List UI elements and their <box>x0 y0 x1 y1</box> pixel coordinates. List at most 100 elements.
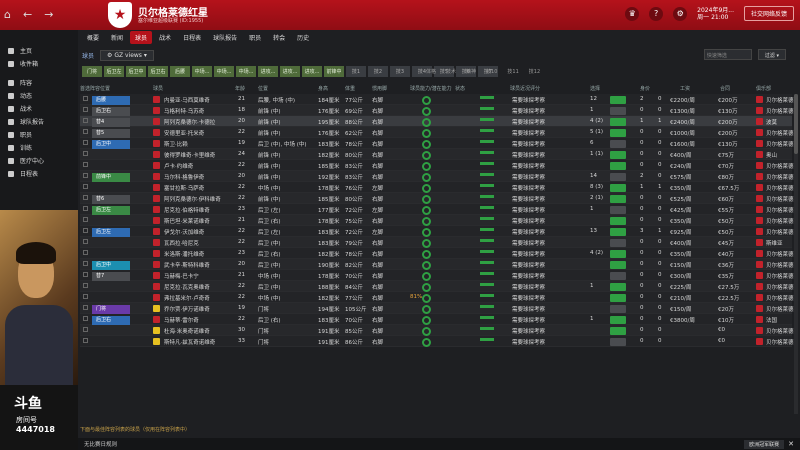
sidebar-item-staff[interactable]: 职员 <box>0 128 78 141</box>
sidebar-item-team-report[interactable]: 球队报告 <box>0 115 78 128</box>
club-cell[interactable]: 奥山 <box>766 151 777 159</box>
player-name[interactable]: 乔尔贾·伊万诺维奇 <box>164 305 210 313</box>
filter-button[interactable]: 过滤 ▾ <box>757 49 786 60</box>
competition-button[interactable]: 欧洲冠军联赛 <box>744 439 785 449</box>
row-checkbox[interactable] <box>83 283 88 288</box>
table-row[interactable]: 替4 阿列克桑德尔·卡德拉 20 前锋 (中) 195厘米 88公斤 右脚 需要球探考察 4 (… <box>80 116 792 127</box>
player-name[interactable]: 马尔科·格鲁伊奇 <box>164 173 204 181</box>
table-row[interactable]: 后卫右 马格利特·乌苏奇 18 前锋 (中) 176厘米 69公斤 右脚 需要球探考察 1 0 0 €… <box>80 105 794 116</box>
tab-4[interactable]: 日程表 <box>178 31 206 44</box>
column-header[interactable]: 状态 <box>455 85 465 92</box>
position-badge[interactable]: 替6 <box>92 195 130 204</box>
position-badge[interactable]: 后腰 <box>92 96 130 105</box>
table-row[interactable]: 弗拉基米尔·卢奇奇 22 中场 (中) 182厘米 77公斤 右脚 81% 需要球探考察 0 0 €… <box>80 292 794 303</box>
tab-1[interactable]: 新闻 <box>106 31 128 44</box>
player-name[interactable]: 瓦西拉·哈尼克 <box>164 239 199 247</box>
filter-chip[interactable]: 进攻... <box>258 66 278 77</box>
column-header[interactable]: 体重 <box>345 85 355 92</box>
back-icon[interactable]: ← <box>23 8 32 21</box>
player-name[interactable]: 尼克拉·瓦克奥维奇 <box>164 283 210 291</box>
tab-2[interactable]: 球员 <box>130 30 153 44</box>
row-checkbox[interactable] <box>83 140 88 145</box>
table-row[interactable]: 替5 安德里亚·托米奇 22 前锋 (中) 176厘米 62公斤 右脚 需要球探考察 5 (1)… <box>80 127 794 138</box>
filter-chip[interactable]: 中场... <box>214 66 234 77</box>
table-row[interactable]: 后卫中 武卡辛·斯特科维奇 20 后卫 (中) 190厘米 82公斤 右脚 需要球探考察 0 0 €… <box>80 259 794 270</box>
tab-6[interactable]: 职员 <box>244 31 266 44</box>
views-dropdown[interactable]: ⚙ GZ views ▾ <box>100 49 154 61</box>
club-cell[interactable]: 贝尔格莱德 <box>766 327 794 335</box>
filter-chip[interactable]: 技1 <box>346 66 366 77</box>
club-cell[interactable]: 贝尔格莱德 <box>766 162 794 170</box>
filter-chip[interactable]: 技3 <box>390 66 410 77</box>
position-badge[interactable]: 替5 <box>92 129 130 138</box>
row-checkbox[interactable] <box>83 206 88 211</box>
social-feedback-button[interactable]: 社交网络反馈 <box>743 6 794 21</box>
column-header[interactable]: 惯用脚 <box>372 85 387 92</box>
row-checkbox[interactable] <box>83 228 88 233</box>
column-header[interactable]: 选择 <box>590 85 600 92</box>
table-row[interactable]: 替6 阿列克桑德尔·伊科维奇 22 前锋 (中) 185厘米 80公斤 右脚 需要球探考察 2 … <box>80 193 794 204</box>
club-cell[interactable]: 贝尔格莱德 <box>766 96 794 104</box>
player-name[interactable]: 内曼亚·马西莫维奇 <box>164 96 210 104</box>
filter-chip[interactable]: 中场... <box>192 66 212 77</box>
club-cell[interactable]: 贝尔格莱德 <box>766 129 794 137</box>
column-header[interactable]: 身高 <box>318 85 328 92</box>
row-checkbox[interactable] <box>83 338 88 343</box>
club-cell[interactable]: 贝尔格莱德 <box>766 294 794 302</box>
table-row[interactable]: 后卫左 伊戈尔·沃加维奇 22 后卫 (左) 183厘米 72公斤 左脚 需要球探考察 13 3 1… <box>80 226 794 237</box>
sidebar-item-medical[interactable]: 医疗中心 <box>0 154 78 167</box>
club-cell[interactable]: 贝尔格莱德 <box>766 250 794 258</box>
table-row[interactable]: 卢卡·约维奇 22 前锋 (中) 185厘米 83公斤 右脚 需要球探考察 0 0 €240/周 €… <box>80 160 794 171</box>
column-header[interactable]: 年龄 <box>235 85 245 92</box>
player-name[interactable]: 弗拉基米尔·卢奇奇 <box>164 294 210 302</box>
filter-chip[interactable]: 进攻... <box>302 66 322 77</box>
table-row[interactable]: 塞甘拉斯·乌萨奇 22 中场 (中) 178厘米 76公斤 左脚 需要球探考察 8 (3) 1 1… <box>80 182 794 193</box>
player-name[interactable]: 卢卡·约维奇 <box>164 162 193 170</box>
club-cell[interactable]: 贝尔格莱德 <box>766 206 794 214</box>
column-header[interactable]: 身价 <box>640 85 650 92</box>
position-badge[interactable]: 后卫中 <box>92 261 130 270</box>
club-cell[interactable]: 贝尔格莱德 <box>766 338 794 346</box>
table-row[interactable]: 门将 乔尔贾·伊万诺维奇 19 门将 194厘米 105公斤 右脚 需要球探考察 0 0 €150/… <box>80 303 794 314</box>
forward-icon[interactable]: → <box>44 8 53 21</box>
row-checkbox[interactable] <box>83 107 88 112</box>
row-checkbox[interactable] <box>83 217 88 222</box>
club-cell[interactable]: 贝尔格莱德 <box>766 107 794 115</box>
trophy-icon[interactable]: ♛ <box>625 6 640 21</box>
filter-chip[interactable]: 进攻... <box>280 66 300 77</box>
tab-8[interactable]: 历史 <box>292 31 314 44</box>
player-name[interactable]: 杜海·米奥奇诺维奇 <box>164 327 210 335</box>
column-header[interactable]: 工资 <box>680 85 690 92</box>
table-row[interactable]: 后卫左 尼克拉·伯格特维奇 23 后卫 (左) 177厘米 72公斤 左脚 需要球探考察 1 0 0… <box>80 204 794 215</box>
home-icon[interactable]: ⌂ <box>4 8 11 21</box>
row-checkbox[interactable] <box>83 96 88 101</box>
row-checkbox[interactable] <box>83 261 88 266</box>
player-name[interactable]: 斯特凡·兹瓦奇诺维奇 <box>164 338 215 346</box>
sidebar-item-inbox[interactable]: 收件箱 <box>0 57 78 70</box>
club-cell[interactable]: 贝尔格莱德 <box>766 217 794 225</box>
tab-3[interactable]: 战术 <box>154 31 176 44</box>
player-name[interactable]: 阿列克桑德尔·伊科维奇 <box>164 195 221 203</box>
filter-chip[interactable]: 后腰 <box>170 66 190 77</box>
table-row[interactable]: 后卫中 斯卫·比赖 19 后卫 (中), 中场 (中) 183厘米 78公斤 右脚 需要球探考… <box>80 138 794 149</box>
sidebar-item-schedule[interactable]: 日程表 <box>0 167 78 180</box>
club-cell[interactable]: 斯维亚 <box>766 239 783 247</box>
club-cell[interactable]: 贝尔格莱德 <box>766 283 794 291</box>
filter-chip[interactable]: 门将 <box>82 66 102 77</box>
table-row[interactable]: 尼克拉·瓦克奥维奇 22 后卫 (中) 188厘米 84公斤 右脚 需要球探考察 1 0 0 €22… <box>80 281 794 292</box>
row-checkbox[interactable] <box>83 173 88 178</box>
filter-chip[interactable]: 后卫右 <box>148 66 168 77</box>
filter-chip[interactable]: 前锋中 <box>324 66 344 77</box>
position-badge[interactable]: 门将 <box>92 305 130 314</box>
table-row[interactable]: 后卫右 马赫蒂·雷尔奇 22 后卫 (右) 183厘米 70公斤 右脚 需要球探考察 1 0 0 €3… <box>80 314 792 325</box>
sidebar-item-training[interactable]: 训练 <box>0 141 78 154</box>
position-badge[interactable]: 后卫右 <box>92 107 130 116</box>
tab-7[interactable]: 转会 <box>268 31 290 44</box>
player-name[interactable]: 马赫蒂·雷尔奇 <box>164 316 199 324</box>
player-name[interactable]: 马赫梅·巴卡宁 <box>164 272 199 280</box>
position-badge[interactable]: 替4 <box>92 118 130 127</box>
club-cell[interactable]: 贝尔格莱德 <box>766 261 794 269</box>
row-checkbox[interactable] <box>83 294 88 299</box>
help-icon[interactable]: ? <box>649 6 664 21</box>
row-checkbox[interactable] <box>83 184 88 189</box>
